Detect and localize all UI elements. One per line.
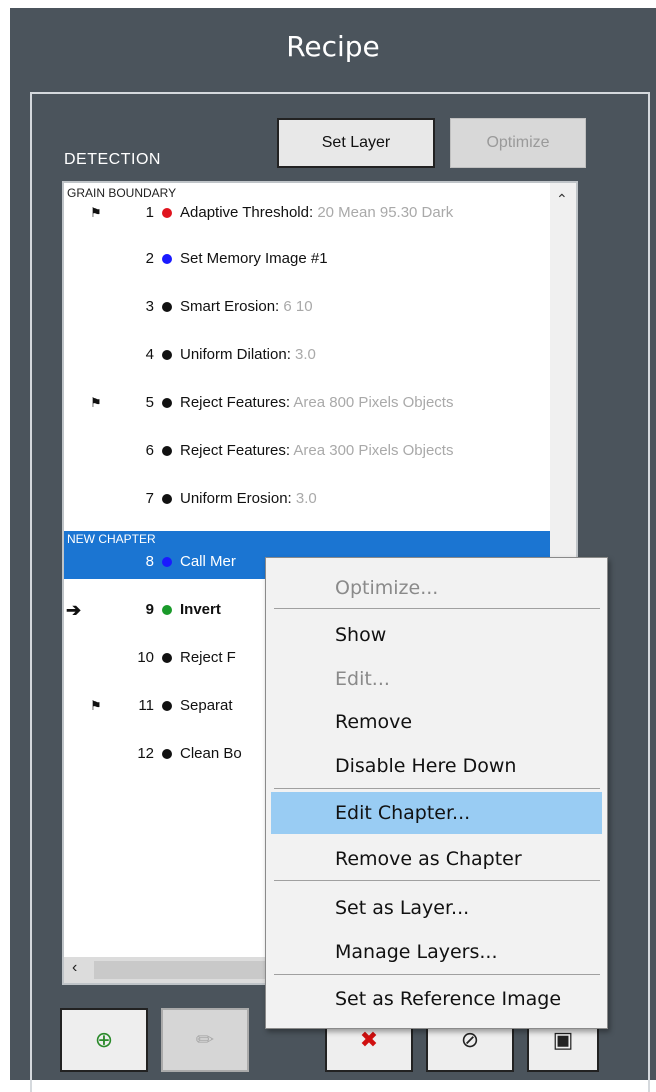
status-dot [162,446,172,456]
status-dot [162,653,172,663]
x-icon: ✖ [359,1027,379,1052]
context-menu: Optimize... Show Edit... Remove Disable … [265,557,608,1029]
step-name: Reject F [180,649,236,666]
menu-item-remove[interactable]: Remove [271,704,602,740]
pencil-icon: ✏ [195,1027,215,1052]
status-dot [162,494,172,504]
status-dot [162,398,172,408]
step-number: 4 [145,346,154,363]
step-name: Invert [180,601,221,618]
chapter-header[interactable]: GRAIN BOUNDARY [64,185,552,201]
chapter-header-selected[interactable]: NEW CHAPTER [64,531,576,547]
scrollbar-thumb[interactable] [94,961,274,979]
flag-icon: ⚑ [90,205,102,220]
trash-icon: ▣ [552,1027,574,1052]
step-number: 3 [145,298,154,315]
list-item[interactable]: 4 Uniform Dilation: 3.0 [64,343,576,367]
menu-item-remove-as-chapter[interactable]: Remove as Chapter [271,841,602,877]
step-number: 7 [145,490,154,507]
step-name: Smart Erosion: 6 10 [180,298,313,315]
menu-item-set-as-reference-image[interactable]: Set as Reference Image [271,981,602,1017]
menu-item-manage-layers[interactable]: Manage Layers... [271,934,602,970]
status-dot [162,701,172,711]
add-step-button[interactable]: ⊕ [60,1008,148,1072]
menu-item-set-as-layer[interactable]: Set as Layer... [271,890,602,926]
list-item[interactable]: ⚑ 1 Adaptive Threshold: 20 Mean 95.30 Da… [64,201,576,225]
status-dot [162,605,172,615]
step-name: Set Memory Image #1 [180,250,328,267]
step-name: Call Mer [180,553,236,570]
status-dot [162,557,172,567]
status-dot [162,302,172,312]
list-item[interactable]: 2 Set Memory Image #1 [64,247,576,271]
step-name: Adaptive Threshold: 20 Mean 95.30 Dark [180,204,454,221]
optimize-button[interactable]: Optimize [450,118,586,168]
current-step-arrow-icon: ➔ [66,600,82,620]
flag-icon: ⚑ [90,698,102,713]
step-name: Reject Features: Area 800 Pixels Objects [180,394,454,411]
set-layer-button[interactable]: Set Layer [277,118,435,168]
list-item[interactable]: ⚑ 5 Reject Features: Area 800 Pixels Obj… [64,391,576,415]
list-item[interactable]: 7 Uniform Erosion: 3.0 [64,487,576,511]
step-name: Reject Features: Area 300 Pixels Objects [180,442,454,459]
step-number: 10 [137,649,154,666]
step-name: Uniform Dilation: 3.0 [180,346,316,363]
menu-item-edit[interactable]: Edit... [271,661,602,697]
list-item[interactable]: 3 Smart Erosion: 6 10 [64,295,576,319]
step-number: 9 [145,601,154,618]
menu-separator [274,608,600,609]
menu-separator [274,788,600,789]
menu-separator [274,974,600,975]
panel-title: Recipe [286,30,380,63]
chevron-left-icon[interactable]: ‹ [72,959,77,977]
step-number: 1 [145,204,154,221]
flag-icon: ⚑ [90,395,102,410]
step-name: Separat [180,697,233,714]
step-number: 5 [145,394,154,411]
step-number: 8 [145,553,154,570]
detection-label: DETECTION [64,151,161,168]
menu-item-edit-chapter[interactable]: Edit Chapter... [271,792,602,834]
status-dot [162,749,172,759]
status-dot [162,350,172,360]
menu-item-show[interactable]: Show [271,617,602,653]
chevron-up-icon[interactable]: ⌃ [556,191,568,208]
menu-item-disable-here-down[interactable]: Disable Here Down [271,748,602,784]
no-symbol-icon: ⊘ [460,1027,480,1052]
step-number: 12 [137,745,154,762]
step-name: Uniform Erosion: 3.0 [180,490,317,507]
crosshair-add-icon: ⊕ [94,1027,114,1052]
menu-separator [274,880,600,881]
step-number: 11 [138,697,154,714]
step-number: 2 [145,250,154,267]
edit-step-button[interactable]: ✏ [161,1008,249,1072]
menu-item-optimize[interactable]: Optimize... [271,570,602,606]
step-number: 6 [145,442,154,459]
status-dot [162,208,172,218]
step-name: Clean Bo [180,745,242,762]
list-item[interactable]: 6 Reject Features: Area 300 Pixels Objec… [64,439,576,463]
status-dot [162,254,172,264]
